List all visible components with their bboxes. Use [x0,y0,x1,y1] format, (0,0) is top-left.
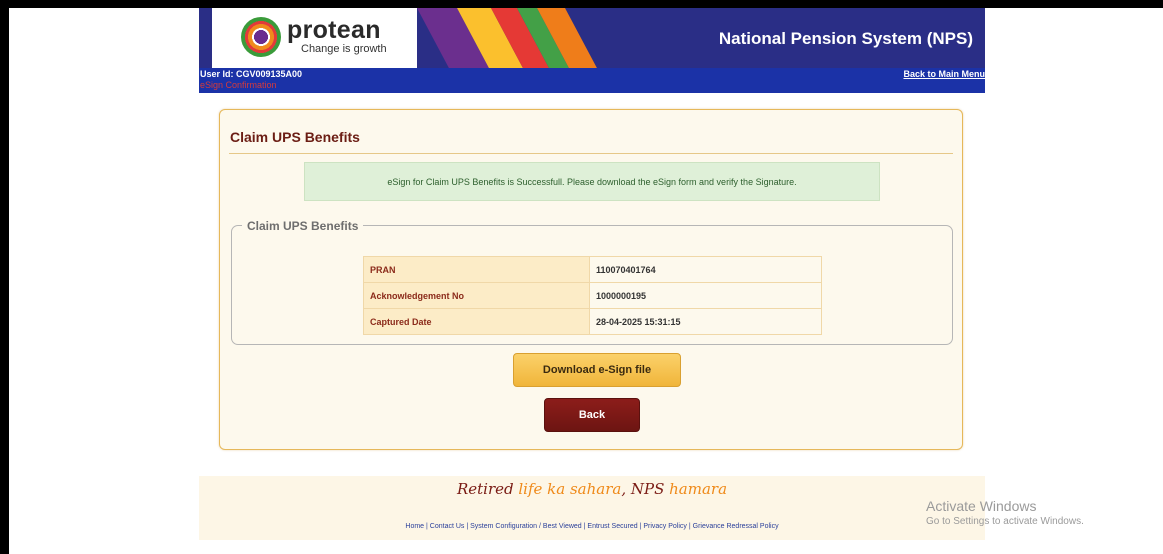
title-divider [229,153,953,154]
slogan-part: Retired [456,480,519,498]
acknowledgement-label: Acknowledgement No [363,282,590,309]
slogan-highlight: hamara [669,480,728,498]
window-frame-top [0,0,1163,8]
watermark-title: Activate Windows [926,498,1037,514]
success-message: eSign for Claim UPS Benefits is Successf… [304,162,880,201]
back-button[interactable]: Back [544,398,640,432]
pran-label: PRAN [363,256,590,283]
logo-text: protean [287,16,381,44]
footer-link-grievance-policy[interactable]: Grievance Redressal Policy [693,523,779,530]
footer-link-contact-us[interactable]: Contact Us [430,523,465,530]
claim-details-table: PRAN 110070401764 Acknowledgement No 100… [363,256,822,335]
page-container: protean Change is growth National Pensio… [199,8,985,540]
footer-link-entrust-secured[interactable]: Entrust Secured [587,523,637,530]
fieldset-legend: Claim UPS Benefits [242,219,364,233]
claim-details-fieldset: Claim UPS Benefits PRAN 110070401764 Ack… [231,219,953,345]
pran-value: 110070401764 [589,256,822,283]
footer-links: Home | Contact Us | System Configuration… [199,523,985,530]
slogan-highlight: life ka sahara [518,480,622,498]
footer-link-system-configuration[interactable]: System Configuration / Best Viewed [470,523,582,530]
slogan-part: , NPS [621,480,670,498]
window-frame-left [0,0,9,554]
logo-tagline: Change is growth [301,43,387,55]
page-title: Claim UPS Benefits [230,129,360,145]
esign-confirmation-link[interactable]: eSign Confirmation [200,80,277,90]
table-row: PRAN 110070401764 [363,256,822,283]
acknowledgement-value: 1000000195 [589,282,822,309]
back-to-main-menu-link[interactable]: Back to Main Menu [903,69,985,79]
user-id: User Id: CGV009135A00 [200,69,303,79]
claim-panel: Claim UPS Benefits eSign for Claim UPS B… [219,109,963,450]
table-row: Captured Date 28-04-2025 15:31:15 [363,308,822,335]
captured-date-label: Captured Date [363,308,590,335]
activate-windows-watermark: Activate Windows Go to Settings to activ… [926,498,1084,527]
download-esign-button[interactable]: Download e-Sign file [513,353,681,387]
system-title: National Pension System (NPS) [718,29,973,48]
footer-slogan: Retired life ka sahara, NPS hamara [199,480,985,498]
user-bar: User Id: CGV009135A00 eSign Confirmation… [199,68,985,93]
protean-logo-icon [241,17,281,57]
footer-link-privacy-policy[interactable]: Privacy Policy [643,523,687,530]
footer-link-home[interactable]: Home [405,523,424,530]
footer: Retired life ka sahara, NPS hamara Home … [199,476,985,540]
table-row: Acknowledgement No 1000000195 [363,282,822,309]
captured-date-value: 28-04-2025 15:31:15 [589,308,822,335]
watermark-subtitle: Go to Settings to activate Windows. [926,516,1084,527]
header-banner: protean Change is growth National Pensio… [199,8,985,68]
